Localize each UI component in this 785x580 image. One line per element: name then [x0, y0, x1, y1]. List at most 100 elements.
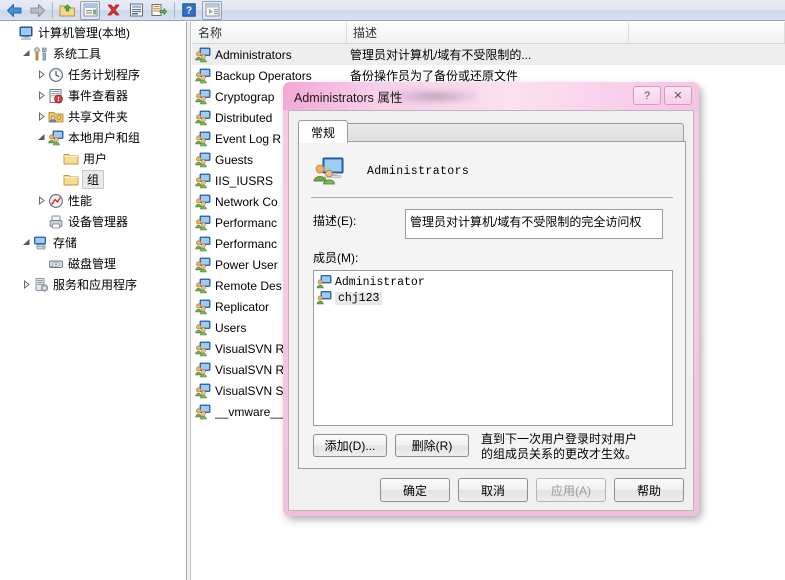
dialog-body: 常规 Administrators 描述(E): 管理员对计算机/域有不受限制的… [288, 110, 694, 511]
tree-item-8[interactable]: 性能 [0, 190, 186, 211]
table-row[interactable]: Administrators 管理员对计算机/域有不受限制的... [192, 44, 785, 65]
shared-folder-icon [48, 109, 64, 125]
toolbar-separator-2 [174, 2, 175, 18]
group-row-icon [195, 47, 211, 63]
chevron-right-icon[interactable] [34, 194, 48, 208]
up-folder-icon[interactable] [56, 1, 78, 20]
dialog-title: Administrators 属性 [294, 90, 403, 105]
cancel-button[interactable]: 取消 [458, 478, 528, 502]
svg-text:?: ? [186, 6, 192, 17]
chevron-right-icon[interactable] [19, 278, 33, 292]
help-footer-button[interactable]: 帮助 [614, 478, 684, 502]
tree-item-1[interactable]: 系统工具 [0, 43, 186, 64]
group-name-cell: Backup Operators [215, 68, 312, 83]
tree-item-4[interactable]: 共享文件夹 [0, 106, 186, 127]
ok-button[interactable]: 确定 [380, 478, 450, 502]
member-name: chj123 [335, 291, 383, 305]
description-input[interactable]: 管理员对计算机/域有不受限制的完全访问权 [405, 209, 663, 239]
folder-icon [63, 172, 79, 188]
tree-item-label: 任务计划程序 [68, 68, 141, 82]
close-icon[interactable]: ✕ [664, 86, 692, 105]
user-icon [316, 290, 332, 306]
tree-item-label: 服务和应用程序 [53, 278, 138, 292]
tree-item-label: 用户 [83, 152, 108, 166]
delete-icon[interactable] [102, 1, 124, 20]
export-list-icon[interactable] [148, 1, 170, 20]
tree-item-0[interactable]: 计算机管理(本地) [0, 22, 186, 43]
group-name-cell: Administrators [215, 47, 292, 62]
toolbar: ? [0, 0, 785, 21]
dialog-window-buttons: ? ✕ [630, 86, 692, 105]
members-listbox[interactable]: Administrator chj123 [313, 270, 673, 426]
tree-item-2[interactable]: 任务计划程序 [0, 64, 186, 85]
tree-item-10[interactable]: 存储 [0, 232, 186, 253]
tab-general[interactable]: 常规 [298, 120, 348, 143]
console-tree[interactable]: 计算机管理(本地) 系统工具任务计划程序 事件查看器共享文件夹 本地用户和组用户组性能… [0, 22, 186, 580]
group-row-icon [195, 320, 211, 336]
properties-icon[interactable] [79, 0, 101, 20]
column-header-description[interactable]: 描述 [347, 22, 629, 43]
pane-splitter[interactable] [186, 22, 191, 580]
chevron-right-icon[interactable] [34, 68, 48, 82]
remove-button[interactable]: 删除(R) [395, 434, 469, 457]
help-icon[interactable]: ? [178, 1, 200, 20]
group-description-cell: 管理员对计算机/域有不受限制的... [350, 48, 532, 62]
tree-item-label: 存储 [53, 236, 78, 250]
member-list-item[interactable]: Administrator [316, 274, 670, 290]
chevron-down-icon[interactable] [19, 47, 33, 61]
user-icon [316, 274, 332, 290]
group-icon [313, 155, 345, 187]
divider [311, 197, 673, 198]
back-icon[interactable] [3, 1, 25, 20]
tools-icon [33, 46, 49, 62]
users-groups-icon [48, 130, 64, 146]
tree-item-9[interactable]: 设备管理器 [0, 211, 186, 232]
chevron-down-icon[interactable] [34, 131, 48, 145]
help-button-icon[interactable]: ? [633, 86, 661, 105]
add-button[interactable]: 添加(D)... [313, 434, 387, 457]
group-row-icon [195, 383, 211, 399]
tabstrip-filler [345, 123, 684, 142]
performance-icon [48, 193, 64, 209]
group-row-icon [195, 299, 211, 315]
column-header-name[interactable]: 名称 [192, 22, 347, 43]
group-row-icon [195, 341, 211, 357]
tree-item-label: 事件查看器 [68, 89, 129, 103]
chevron-right-icon[interactable] [34, 89, 48, 103]
group-row-icon [195, 110, 211, 126]
administrators-properties-dialog: Administrators 属性 ? ✕ 常规 Administrators … [283, 82, 699, 516]
members-actions: 添加(D)... 删除(R) 直到下一次用户登录时对用户的组成员关系的更改才生效… [313, 432, 685, 462]
computer-management-window: ? 计算机管理(本地) 系统工具任务计划程序 事件查看器共享文件夹 本地用户和组用户组… [0, 0, 785, 580]
clock-icon [48, 67, 64, 83]
tree-item-12[interactable]: 服务和应用程序 [0, 274, 186, 295]
dialog-footer: 确定 取消 应用(A) 帮助 [289, 470, 693, 510]
description-label: 描述(E): [313, 214, 357, 228]
tabstrip: 常规 [298, 120, 684, 143]
refresh-icon[interactable] [125, 1, 147, 20]
event-viewer-icon [48, 88, 64, 104]
chevron-right-icon[interactable] [34, 110, 48, 124]
dialog-titlebar[interactable]: Administrators 属性 ? ✕ [283, 82, 699, 110]
group-row-icon [195, 404, 211, 420]
chevron-down-icon[interactable] [19, 236, 33, 250]
computer-icon [18, 25, 34, 41]
tree-item-7[interactable]: 组 [0, 169, 186, 190]
group-row-icon [195, 362, 211, 378]
tree-item-label: 系统工具 [53, 47, 102, 61]
tree-item-label: 组 [82, 170, 105, 189]
column-header-filler [629, 22, 785, 43]
tree-item-6[interactable]: 用户 [0, 148, 186, 169]
tree-item-label: 磁盘管理 [68, 257, 117, 271]
storage-icon [33, 235, 49, 251]
member-list-item[interactable]: chj123 [316, 290, 670, 306]
tree-item-5[interactable]: 本地用户和组 [0, 127, 186, 148]
show-hide-console-icon[interactable] [201, 0, 223, 20]
apply-button[interactable]: 应用(A) [536, 478, 606, 502]
tree-item-11[interactable]: 磁盘管理 [0, 253, 186, 274]
forward-icon[interactable] [26, 1, 48, 20]
folder-icon [63, 151, 79, 167]
tree-item-3[interactable]: 事件查看器 [0, 85, 186, 106]
